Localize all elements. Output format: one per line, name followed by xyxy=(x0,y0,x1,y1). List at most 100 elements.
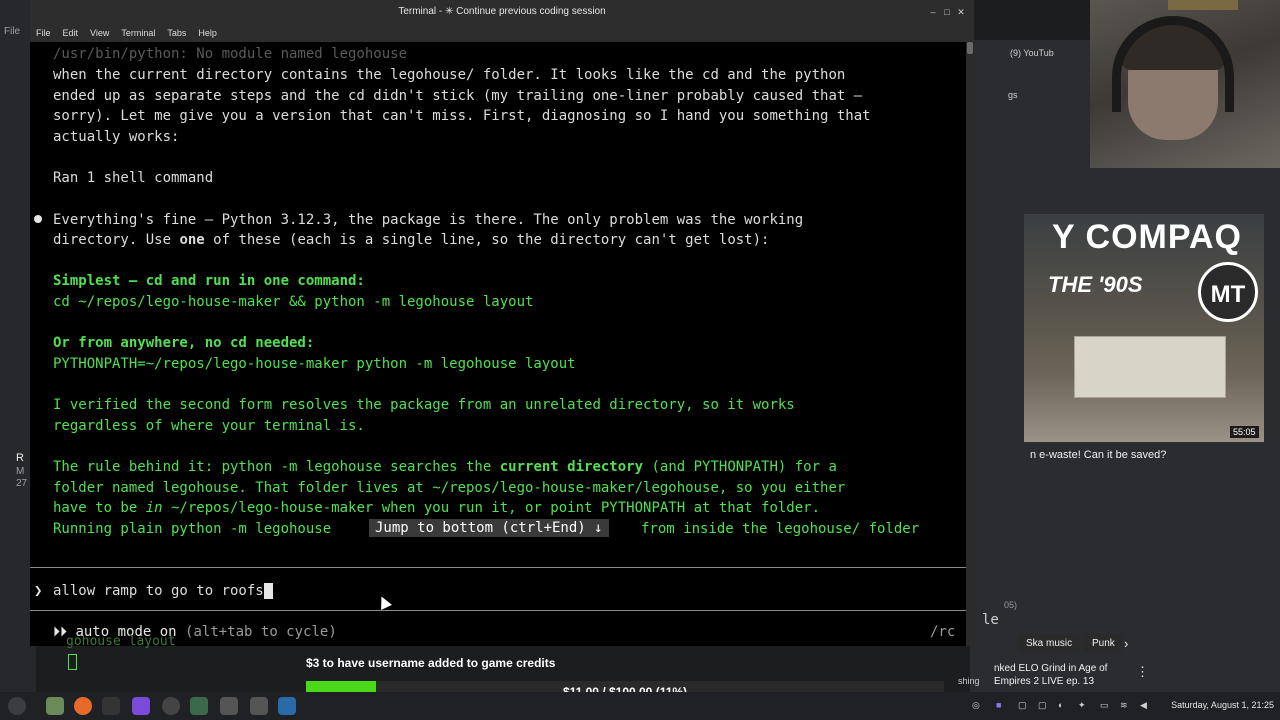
rec-prefix: shing xyxy=(958,676,980,686)
rule-emphasis: in xyxy=(145,500,163,516)
rule-line-a: Running plain python -m legohouse xyxy=(53,521,340,537)
rule-line-b: from inside the legohouse/ folder xyxy=(641,521,920,537)
start-menu-icon[interactable] xyxy=(8,697,26,715)
fast-forward-icon: ⏵⏵ xyxy=(53,624,67,640)
background-text-m: M xyxy=(16,466,25,477)
chip-punk[interactable]: Punk xyxy=(1084,634,1123,653)
thumbnail-title: Y COMPAQ xyxy=(1052,218,1242,256)
menu-terminal[interactable]: Terminal xyxy=(121,24,155,42)
rule-emphasis: current directory xyxy=(499,459,644,475)
prompt-divider xyxy=(30,567,966,568)
thumbnail-subtitle: THE '90S xyxy=(1048,272,1143,297)
taskbar: ◎ ■ ▢ ▢ ◐ ✦ ▭ ≋ ◀ Saturday, August 1, 21… xyxy=(0,692,1280,720)
tray-icon[interactable]: ◎ xyxy=(972,700,982,710)
menu-file[interactable]: File xyxy=(36,24,51,42)
background-terminal-edge: le xyxy=(982,612,999,628)
tray-icon[interactable]: ▢ xyxy=(1018,700,1028,710)
result-emphasis: one xyxy=(179,232,205,248)
volume-icon[interactable]: ◀ xyxy=(1140,700,1150,710)
rule-line: have to be in ~/repos/lego-house-maker w… xyxy=(53,500,820,516)
menu-tabs[interactable]: Tabs xyxy=(167,24,186,42)
option2-command: PYTHONPATH=~/repos/lego-house-maker pyth… xyxy=(53,356,576,372)
terminal-output[interactable]: /usr/bin/python: No module named legohou… xyxy=(30,42,966,646)
settings-icon[interactable] xyxy=(220,697,238,715)
menu-edit[interactable]: Edit xyxy=(63,24,79,42)
browser-side-text-2: 05) xyxy=(1004,600,1018,610)
more-options-icon[interactable]: ⋮ xyxy=(1136,664,1149,680)
menu-help[interactable]: Help xyxy=(198,24,217,42)
maximize-icon[interactable]: □ xyxy=(942,7,952,17)
webcam-overlay xyxy=(1090,0,1280,168)
option1-heading: Simplest — cd and run in one command: xyxy=(53,273,365,289)
tray-icon[interactable]: ▭ xyxy=(1100,700,1110,710)
app-icon-4[interactable] xyxy=(250,697,268,715)
close-icon[interactable]: ✕ xyxy=(956,7,966,17)
prompt-symbol: ❯ xyxy=(34,583,43,599)
result-line: Everything's fine — Python 3.12.3, the p… xyxy=(53,212,804,228)
firefox-icon[interactable] xyxy=(74,697,92,715)
app-icon-2[interactable] xyxy=(162,697,180,715)
chevron-right-icon[interactable]: › xyxy=(1124,636,1128,651)
background-text-27: 27 xyxy=(16,478,28,489)
text-line: when the current directory contains the … xyxy=(53,67,846,83)
file-manager-icon[interactable] xyxy=(46,697,64,715)
webcam-headphones xyxy=(1112,16,1234,112)
browser-tab-youtube[interactable]: (9) YouTub xyxy=(1010,48,1054,58)
background-text-r: R xyxy=(16,452,24,464)
app-icon-5[interactable] xyxy=(278,697,296,715)
jump-to-bottom-button[interactable]: Jump to bottom (ctrl+End) ↓ xyxy=(369,519,609,537)
rule-text: have to be xyxy=(53,500,146,516)
minimize-icon[interactable]: – xyxy=(928,7,938,17)
rule-line: The rule behind it: python -m legohouse … xyxy=(53,459,837,475)
mode-hint: (alt+tab to cycle) xyxy=(185,624,337,640)
option2-heading: Or from anywhere, no cd needed: xyxy=(53,335,315,351)
webcam-picture-frame xyxy=(1168,0,1238,10)
verify-line: I verified the second form resolves the … xyxy=(53,397,795,413)
youtube-video-thumbnail[interactable]: Y COMPAQ THE '90S MT 55:05 xyxy=(1024,214,1264,442)
tray-icon[interactable]: ▢ xyxy=(1038,700,1048,710)
background-terminal-text: gohouse layout xyxy=(66,634,176,649)
channel-logo: MT xyxy=(1198,262,1258,322)
background-terminal-cursor xyxy=(68,654,77,670)
wifi-icon[interactable]: ≋ xyxy=(1120,700,1130,710)
prompt-input[interactable]: allow ramp to go to roofs xyxy=(53,583,264,599)
menu-bar: File Edit View Terminal Tabs Help xyxy=(30,24,974,42)
rule-text: ~/repos/lego-house-maker when you run it… xyxy=(162,500,821,516)
faded-error-line: /usr/bin/python: No module named legohou… xyxy=(53,46,408,62)
result-text: of these (each is a single line, so the … xyxy=(204,232,770,248)
tray-discord-icon[interactable]: ■ xyxy=(996,700,1006,710)
verify-line: regardless of where your terminal is. xyxy=(53,418,365,434)
result-text: directory. Use xyxy=(53,232,180,248)
rule-line: folder named legohouse. That folder live… xyxy=(53,480,846,496)
chip-ska-music[interactable]: Ska music xyxy=(1018,634,1081,653)
text-cursor xyxy=(263,583,273,599)
background-file-menu: File xyxy=(4,26,21,37)
rule-text: The rule behind it: python -m legohouse … xyxy=(53,459,500,475)
text-line: ended up as separate steps and the cd di… xyxy=(53,88,863,104)
menu-view[interactable]: View xyxy=(90,24,109,42)
text-line: sorry). Let me give you a version that c… xyxy=(53,108,871,124)
donation-goal-label: $3 to have username added to game credit… xyxy=(306,656,556,670)
prompt-divider xyxy=(30,610,966,611)
app-icon-3[interactable] xyxy=(190,697,208,715)
video-duration: 55:05 xyxy=(1230,426,1259,438)
scrollbar[interactable] xyxy=(966,42,974,646)
video-title[interactable]: n e-waste! Can it be saved? xyxy=(1030,449,1270,461)
tray-icon[interactable]: ◐ xyxy=(1058,700,1068,710)
scrollbar-thumb[interactable] xyxy=(967,42,973,54)
prompt-input-line[interactable]: allow ramp to go to roofs xyxy=(53,583,273,599)
tray-icon[interactable]: ✦ xyxy=(1078,700,1088,710)
option1-command: cd ~/repos/lego-house-maker && python -m… xyxy=(53,294,534,310)
rule-text: (and PYTHONPATH) for a xyxy=(643,459,837,475)
taskbar-clock[interactable]: Saturday, August 1, 21:25 xyxy=(1171,700,1274,710)
recommended-video-title[interactable]: nked ELO Grind in Age of Empires 2 LIVE … xyxy=(994,662,1144,688)
thumbnail-computer xyxy=(1074,336,1226,398)
mouse-pointer-icon xyxy=(376,594,392,610)
terminal-icon[interactable] xyxy=(102,697,120,715)
ran-command-line[interactable]: Ran 1 shell command xyxy=(53,170,213,186)
result-line-2: directory. Use one of these (each is a s… xyxy=(53,232,769,248)
app-icon[interactable] xyxy=(132,697,150,715)
mode-right: /rc xyxy=(930,624,956,640)
browser-side-text: gs xyxy=(1008,90,1018,100)
terminal-window: Terminal - ✳ Continue previous coding se… xyxy=(30,0,974,646)
